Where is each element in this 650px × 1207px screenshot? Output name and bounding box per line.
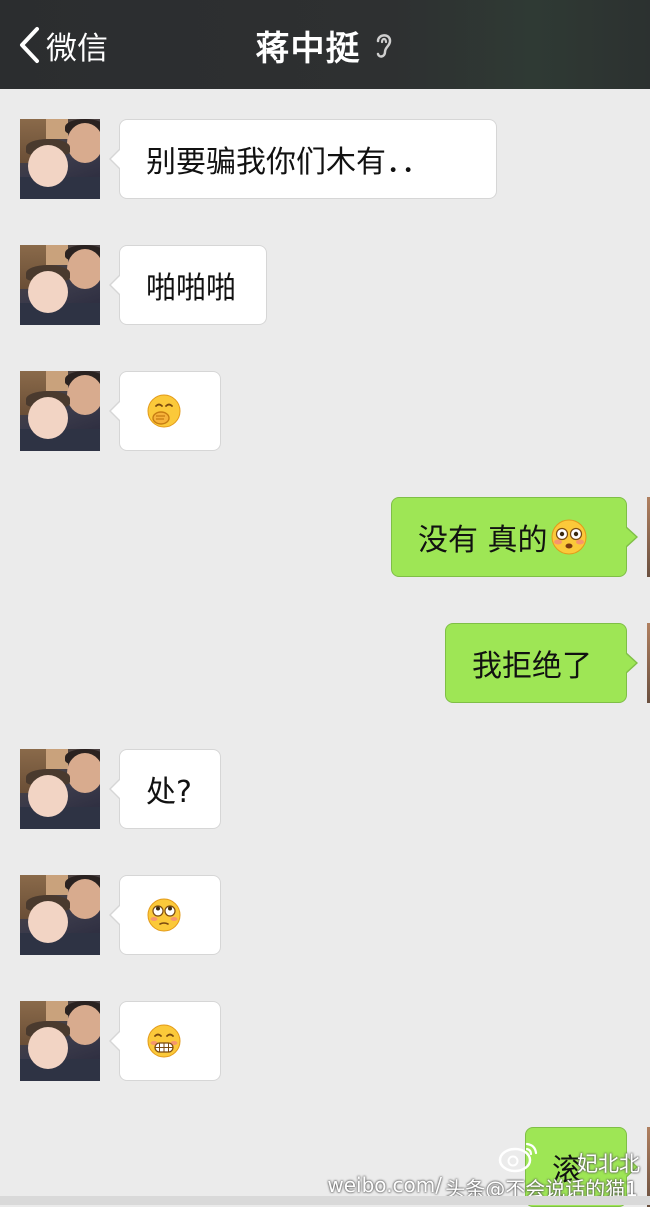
cover-mouth-emoji-icon <box>147 394 181 428</box>
contact-avatar[interactable] <box>20 875 100 955</box>
received-message-bubble[interactable] <box>109 371 221 451</box>
received-message-bubble[interactable] <box>109 1001 221 1081</box>
grimace-emoji-icon <box>147 1024 181 1058</box>
ear-icon <box>376 34 391 58</box>
contact-avatar[interactable] <box>20 371 100 451</box>
received-message-bubble[interactable] <box>109 875 221 955</box>
contact-avatar[interactable] <box>20 1001 100 1081</box>
weibo-logo-icon <box>498 1142 538 1173</box>
flushed-emoji-icon <box>551 519 587 555</box>
contact-avatar[interactable] <box>20 749 100 829</box>
received-message-bubble[interactable]: 啪啪啪 <box>109 245 267 325</box>
message-text: 处? <box>146 775 192 810</box>
eye-roll-emoji-icon <box>147 898 181 932</box>
watermark-site: weibo.com/ <box>327 1173 442 1197</box>
received-message-bubble[interactable]: 别要骗我你们木有．． <box>109 119 497 199</box>
contact-avatar[interactable] <box>20 119 100 199</box>
message-text: 啪啪啪 <box>146 271 236 306</box>
contact-avatar[interactable] <box>20 245 100 325</box>
input-bar-edge <box>0 1196 650 1205</box>
message-text: 别要骗我你们木有．． <box>146 145 431 180</box>
chat-title: 蒋中挺 <box>255 28 361 69</box>
message-text: 没有 真的 <box>418 523 548 558</box>
message-text: 我拒绝了 <box>472 649 592 684</box>
sent-message-bubble[interactable]: 我拒绝了 <box>445 623 638 703</box>
navigation-bar: 微信 蒋中挺 <box>0 0 650 89</box>
sent-message-bubble[interactable]: 没有 真的 <box>391 497 638 577</box>
received-message-bubble[interactable]: 处? <box>109 749 221 829</box>
